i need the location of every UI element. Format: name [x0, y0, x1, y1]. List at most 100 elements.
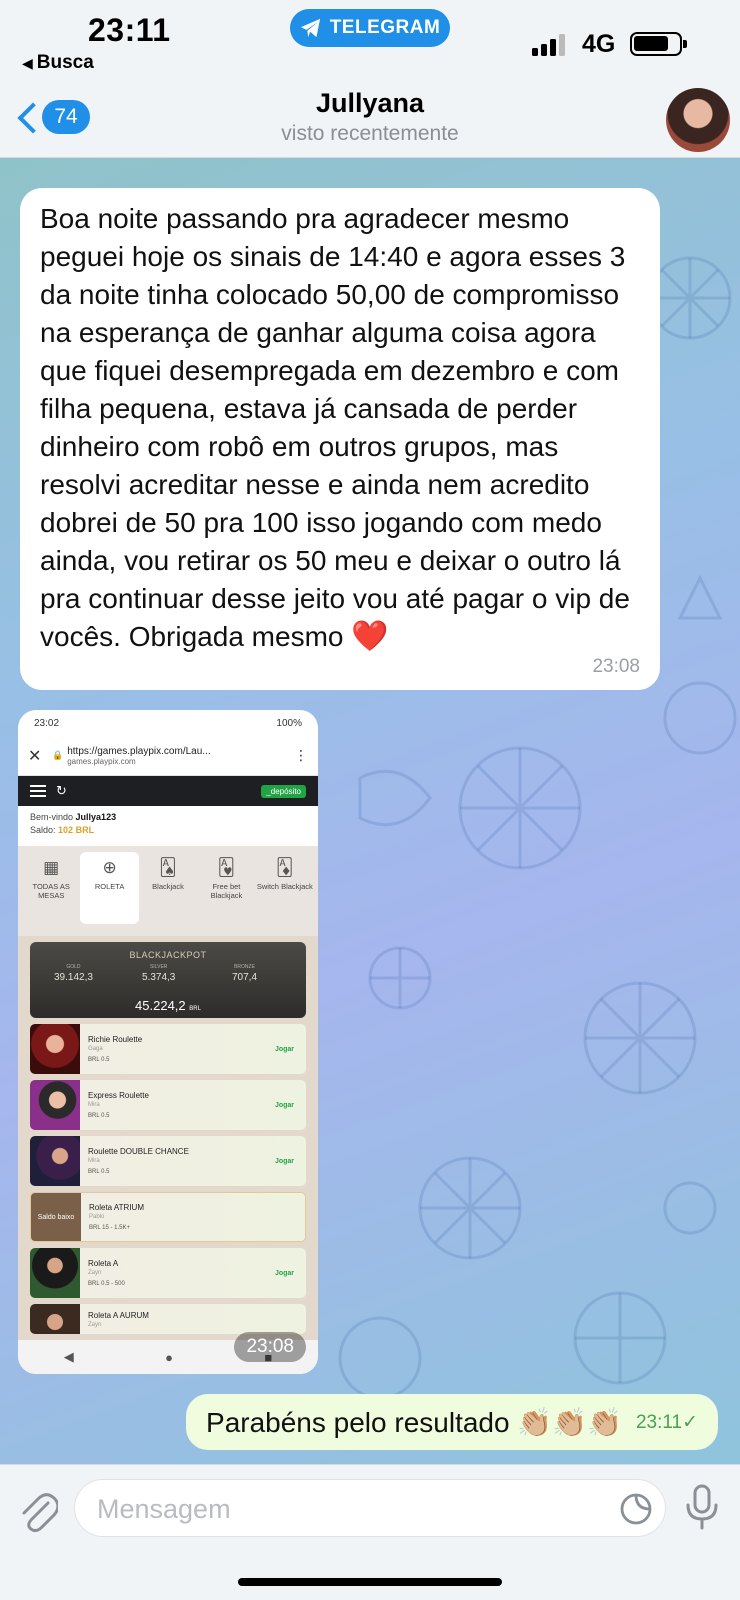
chat-title[interactable]: Jullyana — [0, 88, 740, 119]
clapping-emoji: 👏🏼👏🏼👏🏼 — [517, 1406, 622, 1438]
screenshot-status-bar: 23:02 100% — [18, 710, 318, 736]
close-icon: ✕ — [28, 747, 42, 765]
jackpot-total-value: 45.224,2 — [135, 998, 186, 1013]
category-free-bet-blackjack: 🂱 Free bet Blackjack — [197, 852, 255, 936]
screenshot-welcome: Bem-vindo Jullya123 Saldo: 102 BRL — [18, 806, 318, 846]
game-row: Roleta A Zayn BRL 0.5 - 500 Jogar — [30, 1248, 306, 1298]
game-name: Roulette DOUBLE CHANCE — [88, 1147, 189, 1156]
game-limit: BRL 0.5 — [88, 1169, 110, 1175]
message-input[interactable]: Mensagem — [74, 1479, 666, 1537]
game-limit: BRL 0.5 - 500 — [88, 1281, 125, 1287]
game-thumbnail — [30, 1024, 80, 1074]
category-label: ROLETA — [94, 882, 125, 891]
back-to-app-link[interactable]: ◀ Busca — [22, 52, 94, 74]
jackpot-title: BLACKJACKPOT — [129, 950, 207, 960]
jackpot-silver: SILVER 5.374,3 — [142, 964, 175, 983]
paperclip-icon[interactable] — [18, 1489, 58, 1533]
game-thumbnail — [30, 1136, 80, 1186]
cards-icon: 🃁 — [276, 858, 294, 877]
game-thumbnail: Saldo baixo — [31, 1193, 81, 1241]
game-limit: BRL 0.5 — [88, 1057, 110, 1063]
welcome-label: Bem-vindo — [30, 812, 74, 822]
jackpot-total: 45.224,2 BRL — [30, 998, 306, 1013]
home-indicator[interactable] — [238, 1578, 502, 1586]
balance-label: Saldo: — [30, 825, 56, 835]
message-body: Boa noite passando pra agradecer mesmo p… — [40, 203, 630, 652]
message-placeholder: Mensagem — [97, 1494, 231, 1524]
screenshot-domain: games.playpix.com — [67, 756, 136, 766]
jackpot-silver-value: 5.374,3 — [142, 972, 176, 983]
refresh-icon: ↻ — [56, 783, 67, 798]
category-label: Blackjack — [152, 882, 184, 891]
screenshot-game-list: BLACKJACKPOT GOLD 39.142,3 SILVER 5.374,3 … — [18, 936, 318, 1374]
game-provider: Zayn — [88, 1270, 102, 1276]
category-switch-blackjack: 🃁 Switch Blackjack — [256, 852, 314, 936]
incoming-message-bubble[interactable]: Boa noite passando pra agradecer mesmo p… — [20, 188, 660, 690]
category-roulette: ⊕ ROLETA — [80, 852, 139, 924]
grid-icon: ▦ — [43, 858, 60, 877]
game-thumbnail — [30, 1248, 80, 1298]
category-all-tables: ▦ TODAS AS MESAS — [22, 852, 80, 936]
chat-area[interactable]: Boa noite passando pra agradecer mesmo p… — [0, 158, 740, 1464]
sticker-icon[interactable] — [619, 1492, 653, 1526]
game-thumbnail — [30, 1080, 80, 1130]
hamburger-icon — [30, 785, 46, 797]
message-text: Parabéns pelo resultado 👏🏼👏🏼👏🏼 — [206, 1406, 622, 1439]
play-link: Jogar — [274, 1045, 294, 1053]
telegram-pill[interactable]: TELEGRAM — [290, 9, 450, 47]
cards-icon: 🂡 — [159, 858, 177, 877]
jackpot-bronze: BRONZE 707,4 — [232, 964, 257, 983]
jackpot-gold-value: 39.142,3 — [54, 972, 93, 983]
signal-icon — [532, 32, 572, 56]
jackpot-currency: BRL — [189, 1006, 201, 1012]
jackpot-gold: GOLD 39.142,3 — [54, 964, 93, 983]
game-row: Saldo baixo Roleta ATRIUM Pablo BRL 15 - 1… — [30, 1192, 306, 1242]
roulette-icon: ⊕ — [102, 858, 117, 877]
share-icon: ⋮ — [294, 747, 308, 763]
network-type: 4G — [582, 30, 616, 58]
game-provider: Gaga — [88, 1046, 103, 1052]
lock-icon: 🔒 — [52, 750, 64, 760]
screenshot-site-nav: ↻ _depósito — [18, 776, 318, 806]
screenshot-url-bar: ✕ 🔒 https://games.playpix.com/Lau... gam… — [18, 736, 318, 776]
outgoing-message-bubble[interactable]: Parabéns pelo resultado 👏🏼👏🏼👏🏼 23:11✓ — [186, 1394, 718, 1450]
message-text: Boa noite passando pra agradecer mesmo p… — [40, 200, 640, 656]
jackpot-bronze-label: BRONZE — [234, 964, 255, 970]
screenshot-categories: ▦ TODAS AS MESAS ⊕ ROLETA 🂡 Blackjack 🂱 Free… — [18, 846, 318, 936]
game-provider: Pablo — [89, 1214, 105, 1220]
back-app-label: Busca — [36, 52, 94, 73]
contact-avatar[interactable] — [666, 88, 730, 152]
game-name: Roleta ATRIUM — [89, 1203, 144, 1212]
jackpot-silver-label: SILVER — [149, 964, 168, 970]
android-home-icon: ● — [165, 1349, 173, 1365]
android-back-icon: ◀ — [63, 1349, 74, 1364]
balance-value: 102 BRL — [58, 825, 95, 835]
status-bar: 23:11 ◀ Busca TELEGRAM 4G — [0, 0, 740, 80]
category-label: Free bet Blackjack — [210, 882, 243, 900]
jackpot-bronze-value: 707,4 — [232, 972, 258, 983]
play-link: Jogar — [274, 1269, 294, 1277]
message-time: 23:11✓ — [636, 1411, 698, 1434]
deposit-button: _depósito — [261, 784, 306, 798]
battery-icon — [630, 32, 687, 56]
game-thumbnail — [30, 1304, 80, 1334]
game-name: Express Roulette — [88, 1091, 149, 1100]
read-check-icon: ✓ — [682, 1411, 698, 1433]
screenshot-time: 23:02 — [34, 717, 60, 729]
jackpot-gold-label: GOLD — [66, 964, 81, 970]
game-row: Roleta A AURUM Zayn — [30, 1304, 306, 1334]
image-message[interactable]: 23:02 100% ✕ 🔒 https://games.playpix.com… — [18, 710, 318, 1374]
username: Jullya123 — [75, 812, 117, 822]
chat-status: visto recentemente — [281, 122, 459, 145]
category-label: Switch Blackjack — [256, 882, 313, 891]
telegram-pill-label: TELEGRAM — [329, 17, 441, 38]
low-balance-overlay: Saldo baixo — [37, 1213, 75, 1221]
status-time: 23:11 — [88, 12, 171, 48]
back-triangle-icon: ◀ — [22, 55, 33, 71]
game-row: Roulette DOUBLE CHANCE Mira BRL 0.5 Jogar — [30, 1136, 306, 1186]
game-row: Richie Roulette Gaga BRL 0.5 Jogar — [30, 1024, 306, 1074]
game-limit: BRL 15 - 1.5K+ — [89, 1225, 130, 1231]
jackpot-banner: BLACKJACKPOT GOLD 39.142,3 SILVER 5.374,3 … — [30, 942, 306, 1018]
game-name: Roleta A — [88, 1259, 119, 1268]
microphone-icon[interactable] — [682, 1483, 722, 1531]
